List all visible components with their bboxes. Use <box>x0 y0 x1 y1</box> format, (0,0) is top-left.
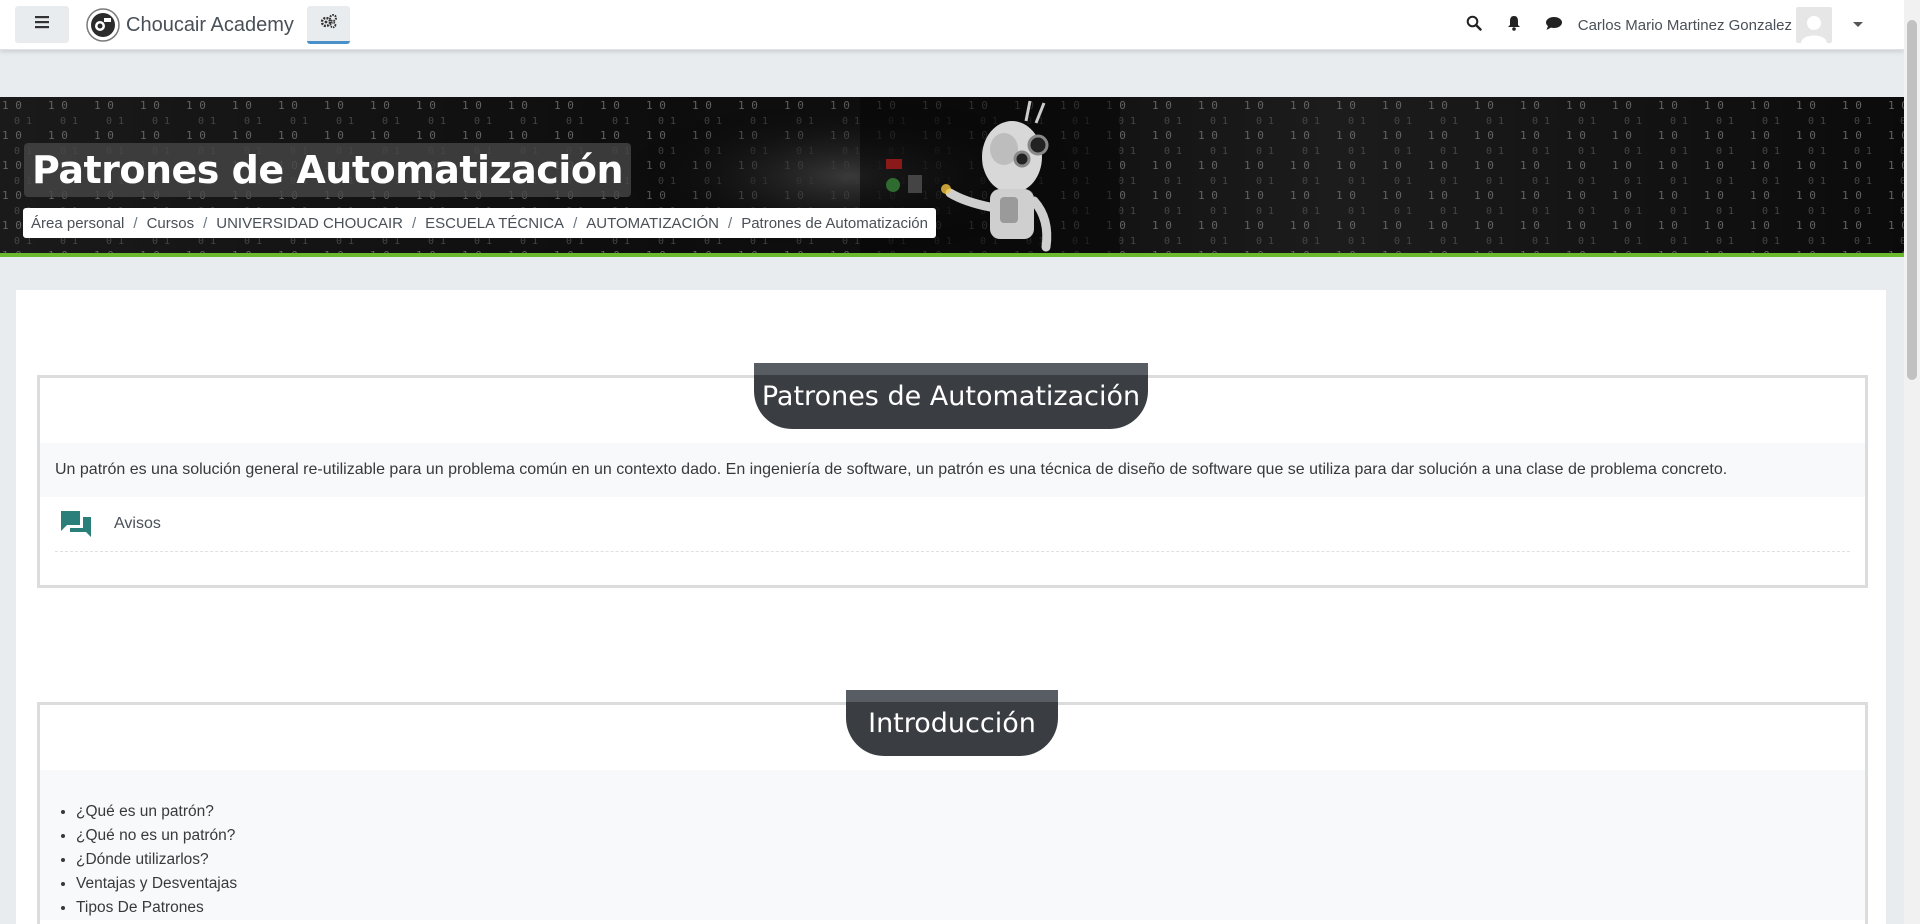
breadcrumb-separator: / <box>133 214 138 232</box>
breadcrumb-item-course[interactable]: Patrones de Automatización <box>741 215 928 232</box>
bell-icon <box>1507 15 1521 36</box>
user-avatar[interactable] <box>1796 7 1832 43</box>
page-title-container: Patrones de Automatización <box>24 143 631 197</box>
brand-logo <box>86 8 120 42</box>
top-navbar: Choucair Academy Carlos Mario Martinez G… <box>0 0 1904 50</box>
site-brand-link[interactable]: Choucair Academy <box>86 8 294 42</box>
notifications-button[interactable] <box>1494 0 1534 50</box>
list-item: Ventajas y Desventajas <box>76 872 1850 896</box>
gears-icon <box>320 13 338 34</box>
course-settings-button[interactable] <box>307 6 350 44</box>
navbar-user-area: Carlos Mario Martinez Gonzalez <box>1454 0 1864 50</box>
breadcrumb-item-cursos[interactable]: Cursos <box>147 215 195 232</box>
breadcrumb-item-universidad[interactable]: UNIVERSIDAD CHOUCAIR <box>216 215 403 232</box>
brand-name: Choucair Academy <box>126 13 294 36</box>
section-summary-text: Un patrón es una solución general re-uti… <box>55 461 1728 478</box>
chat-icon <box>1545 15 1563 36</box>
section-title-introduccion: Introducción <box>846 690 1058 756</box>
breadcrumb-item-area-personal[interactable]: Área personal <box>31 215 124 232</box>
course-content-card: Un patrón es una solución general re-uti… <box>16 290 1886 924</box>
section-title-text: Introducción <box>868 707 1036 739</box>
breadcrumb-separator: / <box>203 214 208 232</box>
user-menu-caret-icon[interactable] <box>1852 0 1864 50</box>
list-item: ¿Qué es un patrón? <box>76 800 1850 824</box>
activity-item-avisos[interactable]: Avisos <box>55 497 1850 552</box>
forum-icon <box>58 506 94 542</box>
list-item: ¿Dónde utilizarlos? <box>76 848 1850 872</box>
list-item: ¿Qué no es un patrón? <box>76 824 1850 848</box>
breadcrumb-item-automatizacion[interactable]: AUTOMATIZACIÓN <box>586 215 719 232</box>
nav-drawer-toggle-button[interactable] <box>15 6 69 43</box>
section-topic-list: ¿Qué es un patrón? ¿Qué no es un patrón?… <box>40 770 1865 920</box>
breadcrumb-separator: / <box>573 214 578 232</box>
search-button[interactable] <box>1454 0 1494 50</box>
breadcrumb-separator: / <box>411 214 417 232</box>
messages-button[interactable] <box>1534 0 1574 50</box>
breadcrumb-item-escuela[interactable]: ESCUELA TÉCNICA <box>425 215 564 232</box>
section-title-general: Patrones de Automatización <box>754 363 1148 429</box>
breadcrumb-separator: / <box>728 214 733 232</box>
hamburger-icon <box>34 15 50 34</box>
section-summary: Un patrón es una solución general re-uti… <box>40 443 1865 497</box>
page-scrollbar[interactable] <box>1904 0 1920 924</box>
banner-accent-bar <box>0 253 1904 257</box>
list-item: Tipos De Patrones <box>76 896 1850 920</box>
user-menu-name[interactable]: Carlos Mario Martinez Gonzalez <box>1578 17 1792 34</box>
scrollbar-thumb[interactable] <box>1907 20 1917 380</box>
activity-name[interactable]: Avisos <box>114 515 161 533</box>
section-title-text: Patrones de Automatización <box>761 380 1141 412</box>
search-icon <box>1466 15 1482 36</box>
page-title: Patrones de Automatización <box>32 148 624 192</box>
breadcrumb: Área personal / Cursos / UNIVERSIDAD CHO… <box>23 208 936 238</box>
